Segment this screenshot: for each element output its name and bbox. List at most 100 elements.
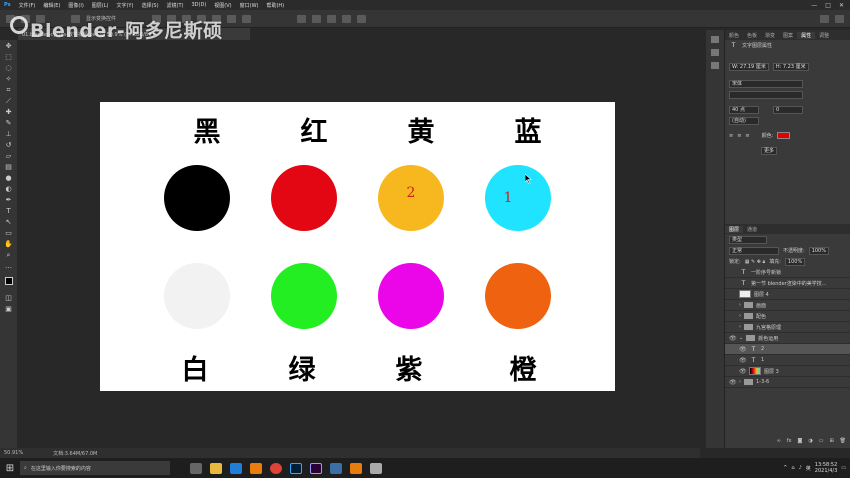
photoshop-icon[interactable]	[290, 462, 302, 474]
chevron-right-icon[interactable]: ›	[739, 302, 741, 308]
3d-rotate-icon[interactable]	[312, 14, 322, 23]
layer-group-row[interactable]: › 九宫格原理	[725, 322, 850, 333]
opacity-field[interactable]: 100%	[808, 246, 829, 255]
align-center-text-icon[interactable]: ≡	[737, 133, 741, 139]
file-explorer-icon[interactable]	[210, 462, 222, 474]
circle-cyan[interactable]: 1	[485, 165, 551, 231]
tab-swatches[interactable]: 色板	[743, 32, 761, 39]
edge-icon[interactable]	[230, 462, 242, 474]
align-bottom-icon[interactable]	[227, 14, 237, 23]
height-field[interactable]: H: 7.23 厘米	[772, 62, 809, 71]
circle-red[interactable]	[271, 165, 337, 231]
clock[interactable]: 13:58:52 2021/4/3	[815, 462, 837, 474]
premiere-icon[interactable]	[310, 462, 322, 474]
character-panel-icon[interactable]	[711, 49, 719, 56]
windows-start-icon[interactable]: ⊞	[0, 458, 20, 478]
dodge-tool-icon[interactable]: ◐	[4, 185, 13, 193]
rectangle-tool-icon[interactable]: ▭	[4, 229, 13, 237]
workspace-icon[interactable]	[820, 14, 829, 23]
search-icon[interactable]	[835, 14, 844, 23]
ps-logo-icon[interactable]: Ps	[0, 2, 15, 8]
maximize-icon[interactable]: □	[825, 2, 831, 9]
eye-icon[interactable]: 👁︎	[729, 335, 737, 342]
blender-icon[interactable]	[250, 462, 262, 474]
menu-layer[interactable]: 图层(L)	[88, 2, 113, 9]
eye-icon[interactable]: 👁︎	[739, 357, 747, 364]
tab-layers[interactable]: 图层	[725, 225, 744, 233]
paragraph-panel-icon[interactable]	[711, 62, 719, 69]
layer-group-row[interactable]: › 配色	[725, 311, 850, 322]
eye-icon[interactable]: 👁︎	[739, 346, 747, 353]
quick-mask-icon[interactable]: ◫	[4, 294, 13, 302]
menu-window[interactable]: 窗口(W)	[236, 2, 263, 9]
3d-scale-icon[interactable]	[357, 14, 367, 23]
menu-edit[interactable]: 编辑(E)	[39, 2, 64, 9]
circle-green[interactable]	[271, 263, 337, 329]
move-tool-icon[interactable]: ✥	[4, 42, 13, 50]
blender-icon-2[interactable]	[350, 462, 362, 474]
layer-filter-select[interactable]: 类型	[729, 235, 767, 244]
blend-mode-select[interactable]: 正常	[729, 246, 779, 255]
document-canvas[interactable]: 黑 红 黄 蓝 2 1 白 绿 紫 橙	[100, 102, 615, 391]
layer-row[interactable]: 图层 4	[725, 289, 850, 300]
layer-group-row[interactable]: 👁︎ ⌄ 颜色运用	[725, 333, 850, 344]
chevron-right-icon[interactable]: ›	[739, 379, 741, 385]
text-color-chip[interactable]	[777, 132, 791, 139]
layer-group-row[interactable]: › 画面	[725, 300, 850, 311]
distribute-icon[interactable]	[242, 14, 252, 23]
fill-field[interactable]: 100%	[784, 257, 806, 266]
menu-type[interactable]: 文字(Y)	[112, 2, 137, 9]
layer-row-selected[interactable]: 👁︎ T 2	[725, 344, 850, 355]
ime-indicator[interactable]: 英	[806, 465, 811, 472]
circle-yellow[interactable]: 2	[378, 165, 444, 231]
network-icon[interactable]: ⌂	[791, 465, 794, 471]
chevron-right-icon[interactable]: ›	[739, 324, 741, 330]
menu-filter[interactable]: 滤镜(T)	[163, 2, 188, 9]
adjustment-icon[interactable]: ◑	[808, 438, 812, 444]
magic-wand-tool-icon[interactable]: ✧	[4, 75, 13, 83]
brush-tool-icon[interactable]: ✎	[4, 119, 13, 127]
menu-view[interactable]: 视图(V)	[210, 2, 235, 9]
fx-icon[interactable]: fx	[787, 438, 792, 444]
tab-adjustments[interactable]: 调整	[815, 32, 833, 39]
layer-group-row[interactable]: 👁︎ › 1-3-6	[725, 377, 850, 388]
menu-file[interactable]: 文件(F)	[15, 2, 40, 9]
zoom-tool-icon[interactable]: ⌕	[4, 251, 13, 259]
align-left-text-icon[interactable]: ≡	[729, 133, 733, 139]
history-brush-tool-icon[interactable]: ↺	[4, 141, 13, 149]
font-size-field[interactable]: 40 点	[729, 105, 759, 114]
leading-field[interactable]: (自动)	[729, 116, 759, 125]
photos-icon[interactable]	[330, 462, 342, 474]
more-button[interactable]: 更多	[761, 146, 778, 155]
tab-gradients[interactable]: 渐变	[761, 32, 779, 39]
3d-slide-icon[interactable]	[342, 14, 352, 23]
task-view-icon[interactable]	[190, 462, 202, 474]
type-tool-icon[interactable]: T	[4, 207, 13, 215]
width-field[interactable]: W: 27.19 厘米	[729, 62, 769, 71]
lasso-tool-icon[interactable]: ◌	[4, 64, 13, 72]
layer-row[interactable]: 👁︎ 图层 3	[725, 366, 850, 377]
tab-color[interactable]: 颜色	[725, 32, 743, 39]
menu-help[interactable]: 帮助(H)	[262, 2, 288, 9]
zoom-level[interactable]: 50.91%	[4, 450, 23, 456]
hand-tool-icon[interactable]: ✋	[4, 240, 13, 248]
tab-patterns[interactable]: 图案	[779, 32, 797, 39]
font-family-select[interactable]: 宋体	[729, 79, 803, 88]
layer-row[interactable]: T 第一节 blender渲染中的美学技...	[725, 278, 850, 289]
tab-channels[interactable]: 通道	[743, 226, 761, 233]
3d-mode-icon[interactable]	[297, 14, 307, 23]
mask-icon[interactable]: ◙	[797, 438, 802, 444]
taskbar-search[interactable]: ⌕ 在这里输入你要搜索的内容	[20, 461, 170, 475]
clone-stamp-tool-icon[interactable]: ⊥	[4, 130, 13, 138]
path-selection-tool-icon[interactable]: ↖	[4, 218, 13, 226]
eye-icon[interactable]: 👁︎	[729, 379, 737, 386]
marquee-tool-icon[interactable]: ⬚	[4, 53, 13, 61]
align-right-text-icon[interactable]: ≡	[745, 133, 749, 139]
circle-orange[interactable]	[485, 263, 551, 329]
new-group-icon[interactable]: ▭	[819, 438, 824, 444]
menu-select[interactable]: 选择(S)	[137, 2, 162, 9]
minimize-icon[interactable]: —	[811, 2, 817, 9]
delete-layer-icon[interactable]: 🗑︎	[840, 438, 846, 444]
close-icon[interactable]: ✕	[839, 2, 844, 9]
layer-row[interactable]: 👁︎ T 1	[725, 355, 850, 366]
